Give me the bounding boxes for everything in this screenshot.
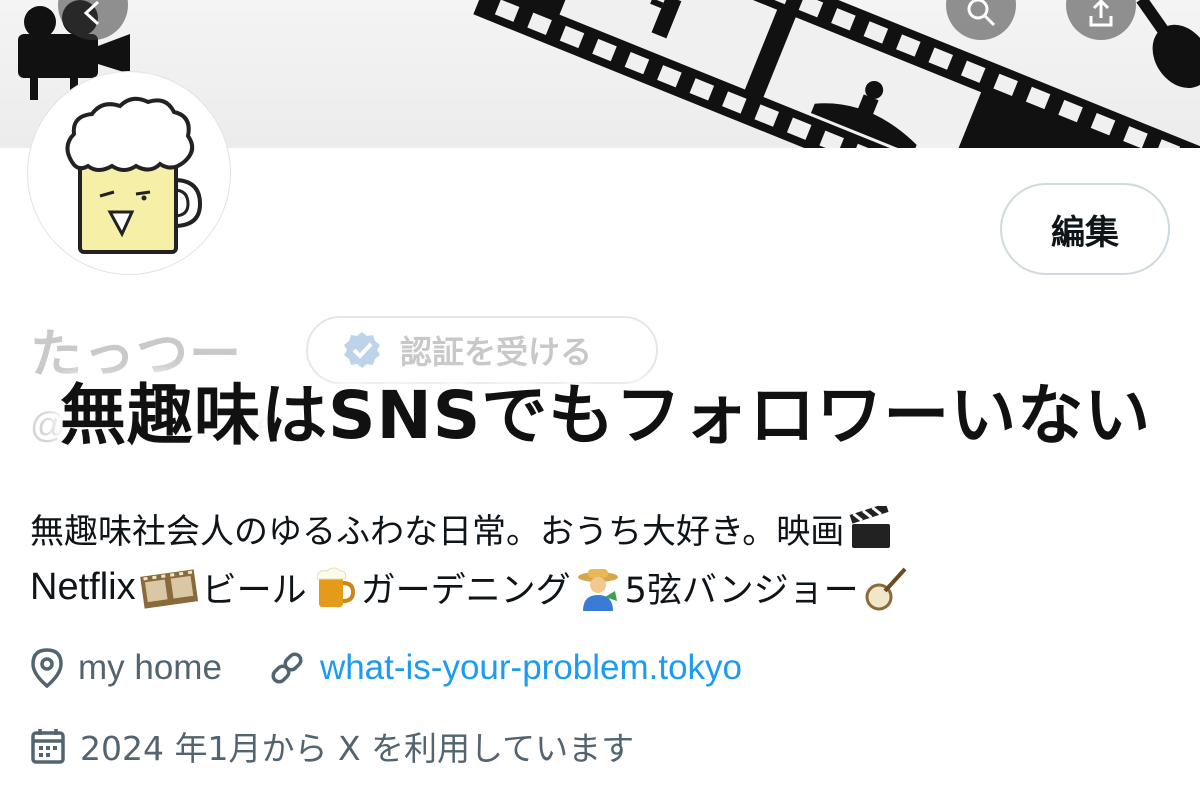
joined-row: 2024 年1月から X を利用しています bbox=[30, 722, 634, 770]
beer-mug-icon bbox=[311, 565, 357, 611]
beer-mug-avatar-illustration bbox=[65, 96, 203, 254]
bio-gardening: ガーデニング bbox=[360, 571, 571, 611]
film-frames-icon bbox=[139, 565, 198, 611]
farmer-icon bbox=[575, 565, 621, 611]
clapper-board-icon bbox=[848, 502, 894, 552]
link-icon bbox=[268, 649, 306, 687]
profile-meta-row: my home what-is-your-problem.tokyo bbox=[30, 648, 742, 688]
banjo-icon bbox=[863, 565, 909, 611]
edit-profile-button[interactable]: 編集 bbox=[1000, 183, 1170, 275]
bio-banjo: 5弦バンジョー bbox=[624, 571, 859, 611]
search-icon bbox=[965, 0, 997, 32]
website-link[interactable]: what-is-your-problem.tokyo bbox=[320, 648, 742, 688]
bio-line-1: 無趣味社会人のゆるふわな日常。おうち大好き。映画 bbox=[30, 502, 898, 553]
bio-beer: ビール bbox=[201, 571, 307, 611]
location-pin-icon bbox=[30, 648, 64, 688]
avatar[interactable] bbox=[28, 72, 230, 274]
location-text: my home bbox=[78, 648, 222, 687]
bio-line-2: Netflix ビール ガーデニング 5弦バンジョー bbox=[30, 562, 913, 613]
bio-text-1: 無趣味社会人のゆるふわな日常。おうち大好き。映画 bbox=[30, 512, 845, 552]
calendar-icon bbox=[30, 727, 66, 765]
share-icon bbox=[1086, 0, 1116, 32]
bio-netflix: Netflix bbox=[30, 566, 136, 608]
overlay-caption: 無趣味はSNSでもフォロワーいない bbox=[60, 377, 1152, 454]
back-arrow-icon bbox=[78, 0, 108, 32]
joined-text: 2024 年1月から X を利用しています bbox=[80, 729, 635, 768]
